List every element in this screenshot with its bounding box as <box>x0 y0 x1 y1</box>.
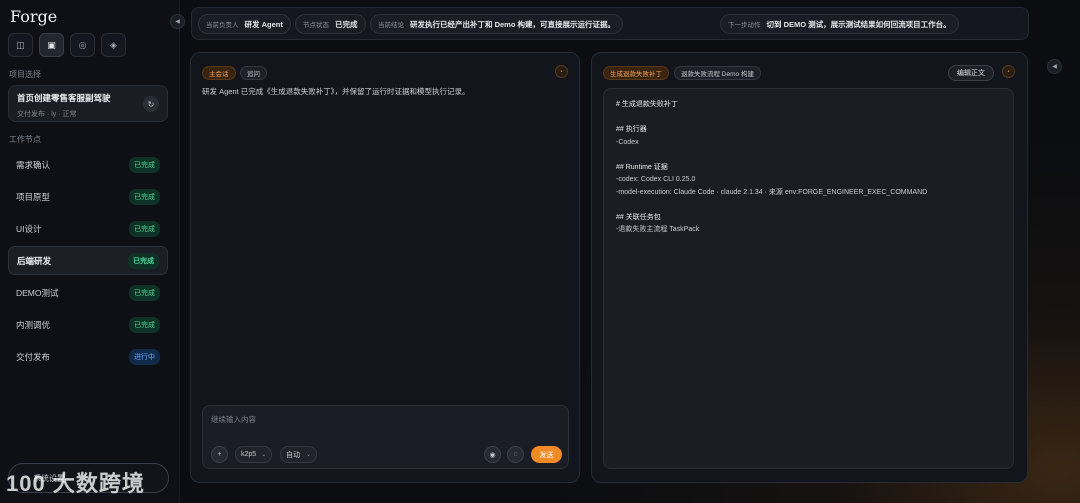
sidebar-item-beta-tuning[interactable]: 内测调优 已完成 <box>8 310 168 339</box>
doc-heading-taskpack: ## 关联任务包 <box>616 213 661 221</box>
collapse-sidebar-icon[interactable]: ◀ <box>170 14 185 29</box>
tab-follow-up[interactable]: 追问 <box>240 66 267 80</box>
record-icon[interactable]: ◉ <box>484 446 501 463</box>
tab-demo-build[interactable]: 退款失败流程 Demo 构建 <box>674 66 761 80</box>
sidebar-item-prototype[interactable]: 项目原型 已完成 <box>8 182 168 211</box>
next-action-value: 切到 DEMO 测试，展示测试结果如何回流项目工作台。 <box>766 19 951 29</box>
model-value: k2p5 <box>241 451 257 458</box>
mode-select[interactable]: 自动 ⌄ <box>280 446 318 463</box>
doc-line: -Codex <box>616 138 639 146</box>
mode-value: 自动 <box>286 451 300 459</box>
sidebar-item-release[interactable]: 交付发布 进行中 <box>8 342 168 371</box>
edit-document-button[interactable]: 编辑正文 <box>948 65 994 81</box>
watermark-logo: 100 大数跨境 <box>6 471 145 496</box>
next-action-chip: 下一步动作 切到 DEMO 测试，展示测试结果如何回流项目工作台。 <box>720 14 959 34</box>
panel-icon[interactable]: ◫ <box>8 33 33 57</box>
doc-heading-runtime: ## Runtime 证据 <box>616 163 668 171</box>
add-icon[interactable]: + <box>211 446 228 463</box>
status-badge: 已完成 <box>128 252 159 269</box>
node-status-key: 节点状态 <box>303 22 329 29</box>
more-icon[interactable]: • <box>555 65 568 78</box>
doc-spacer <box>616 199 1001 212</box>
node-label: 内测调优 <box>16 319 51 330</box>
composer: 继续输入内容 + k2p5 ⌄ 自动 ⌄ ◉ ◌ 发送 <box>202 405 569 469</box>
work-node-list: 需求确认 已完成 项目原型 已完成 UI设计 已完成 后端研发 已完成 DEMO… <box>8 150 168 374</box>
chat-panel: 主会话 追问 • 研发 Agent 已完成《生成退款失败补丁》，并保留了运行时证… <box>190 52 580 483</box>
status-badge: 进行中 <box>129 348 160 365</box>
doc-spacer <box>616 112 1001 125</box>
doc-line: -codex: Codex CLI 0.25.0 <box>616 176 696 183</box>
node-label: 需求确认 <box>16 159 51 170</box>
nodes-section-label: 工作节点 <box>9 135 41 144</box>
chevron-down-icon: ⌄ <box>306 452 312 458</box>
sidebar-item-ui-design[interactable]: UI设计 已完成 <box>8 214 168 243</box>
message-input[interactable]: 继续输入内容 <box>211 414 256 425</box>
owner-value: 研发 Agent <box>244 19 283 29</box>
send-button[interactable]: 发送 <box>531 446 562 463</box>
doc-heading-executor: ## 执行器 <box>616 126 647 133</box>
tab-refund-patch[interactable]: 生成退款失败补丁 <box>603 66 669 80</box>
status-badge: 已完成 <box>129 188 160 205</box>
app-logo: Forge <box>10 7 58 26</box>
status-badge: 已完成 <box>129 156 160 173</box>
node-label: 后端研发 <box>17 255 52 266</box>
doc-line: -退款失败主流程 TaskPack <box>616 226 700 233</box>
sidebar-item-requirements[interactable]: 需求确认 已完成 <box>8 150 168 179</box>
tab-main-session[interactable]: 主会话 <box>202 66 236 80</box>
node-status-chip: 节点状态 已完成 <box>295 14 366 34</box>
sidebar: Forge ◫ ▣ ◎ ◈ 项目选择 首页创建零售客服副驾驶 交付发布 · ly… <box>0 0 180 503</box>
status-bar: 当前负责人 研发 Agent 节点状态 已完成 当前结论 研发执行已经产出补丁和… <box>191 7 1029 40</box>
project-selector[interactable]: 首页创建零售客服副驾驶 交付发布 · ly · 正常 ↻ <box>8 85 168 122</box>
node-label: UI设计 <box>16 223 42 234</box>
model-select[interactable]: k2p5 ⌄ <box>235 446 273 463</box>
doc-spacer <box>616 149 1001 162</box>
status-badge: 已完成 <box>129 316 160 333</box>
next-action-key: 下一步动作 <box>728 22 761 29</box>
document-panel: 生成退款失败补丁 退款失败流程 Demo 构建 编辑正文 • # 生成退款失败补… <box>591 52 1028 483</box>
conclusion-chip: 当前结论 研发执行已经产出补丁和 Demo 构建，可直接展示运行证据。 <box>370 14 624 34</box>
loading-icon[interactable]: ◌ <box>507 446 524 463</box>
diamond-icon[interactable]: ◈ <box>101 33 126 57</box>
sidebar-item-backend[interactable]: 后端研发 已完成 <box>8 246 168 275</box>
project-section-label: 项目选择 <box>9 70 41 79</box>
chevron-down-icon: ⌄ <box>261 452 267 458</box>
conclusion-key: 当前结论 <box>378 22 404 29</box>
document-body: # 生成退款失败补丁 ## 执行器 -Codex ## Runtime 证据 -… <box>603 88 1014 469</box>
node-label: 项目原型 <box>16 191 51 202</box>
status-badge: 已完成 <box>129 284 160 301</box>
more-icon[interactable]: • <box>1002 65 1015 78</box>
node-status-value: 已完成 <box>335 19 358 29</box>
node-label: 交付发布 <box>16 351 51 362</box>
owner-key: 当前负责人 <box>206 22 239 29</box>
circle-icon[interactable]: ◎ <box>70 33 95 57</box>
refresh-icon[interactable]: ↻ <box>143 96 159 112</box>
view-switcher: ◫ ▣ ◎ ◈ <box>8 33 126 57</box>
node-label: DEMO测试 <box>16 287 59 298</box>
collapse-panel-icon[interactable]: ◀ <box>1047 59 1062 74</box>
doc-title: # 生成退款失败补丁 <box>616 101 678 108</box>
square-icon[interactable]: ▣ <box>39 33 64 57</box>
agent-message: 研发 Agent 已完成《生成退款失败补丁》，并保留了运行时证据和模型执行记录。 <box>202 87 470 96</box>
status-badge: 已完成 <box>129 220 160 237</box>
owner-chip: 当前负责人 研发 Agent <box>198 14 291 34</box>
sidebar-item-demo-test[interactable]: DEMO测试 已完成 <box>8 278 168 307</box>
doc-line: -model-execution: Claude Code · claude 2… <box>616 188 928 196</box>
conclusion-value: 研发执行已经产出补丁和 Demo 构建，可直接展示运行证据。 <box>410 19 616 29</box>
project-name: 首页创建零售客服副驾驶 <box>17 93 111 103</box>
project-subtitle: 交付发布 · ly · 正常 <box>17 111 77 118</box>
